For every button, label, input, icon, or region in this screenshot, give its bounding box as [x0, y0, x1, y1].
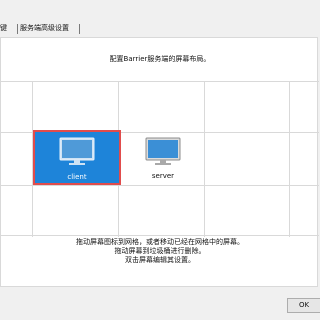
grid-line [1, 185, 319, 186]
tab-separator [17, 24, 18, 34]
screen-name-label: server [151, 172, 175, 180]
barrier-server-config-window: 键 服务端高级设置 配置Barrier服务端的屏幕布局。 client serv… [0, 0, 320, 320]
screen-server[interactable]: server [122, 131, 204, 183]
monitor-icon [59, 137, 95, 165]
grid-line [204, 82, 205, 237]
help-line: 拖动屏幕图标到网格，或者移动已经在网格中的屏幕。 [76, 238, 244, 246]
ok-button[interactable]: OK [287, 298, 320, 313]
tab-bar: 键 服务端高级设置 [0, 20, 320, 37]
help-line: 双击屏幕编辑其设置。 [125, 256, 195, 264]
tab-hotkeys[interactable]: 键 [0, 20, 16, 37]
screen-client[interactable]: client [33, 130, 121, 185]
layout-instruction: 配置Barrier服务端的屏幕布局。 [109, 55, 211, 63]
tab-advanced-server-settings[interactable]: 服务端高级设置 [20, 20, 78, 37]
screens-panel: 配置Barrier服务端的屏幕布局。 client server 拖动屏幕图标到… [0, 37, 319, 287]
help-text: 拖动屏幕图标到网格，或者移动已经在网格中的屏幕。 拖动屏幕到垃圾桶进行删除。 双… [1, 238, 319, 265]
screen-name-label: client [67, 173, 87, 181]
grid-line [289, 82, 290, 237]
monitor-icon [145, 137, 181, 165]
help-line: 拖动屏幕到垃圾桶进行删除。 [114, 247, 206, 255]
tab-separator [79, 24, 80, 34]
screen-layout-grid[interactable]: client server [1, 81, 319, 237]
